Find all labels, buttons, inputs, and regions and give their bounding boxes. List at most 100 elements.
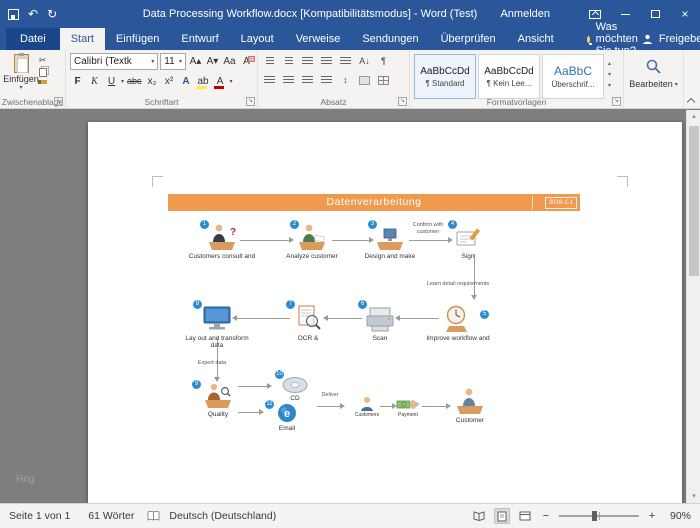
show-paragraph-marks-button[interactable]: ¶ xyxy=(375,53,392,69)
sort-button[interactable]: A↓ xyxy=(356,53,373,69)
tab-ueberpruefen[interactable]: Überprüfen xyxy=(430,28,507,50)
collapse-ribbon-icon[interactable] xyxy=(687,96,695,104)
dialog-launcher-icon[interactable]: ↘ xyxy=(54,97,63,106)
tell-me-box[interactable]: Was möchten Sie tun? xyxy=(587,28,642,50)
tab-layout[interactable]: Layout xyxy=(230,28,285,50)
scroll-up-icon[interactable]: ▴ xyxy=(687,110,700,123)
styles-scroll-down-icon[interactable]: ▾ xyxy=(608,71,611,78)
bullet-list-icon xyxy=(266,57,274,66)
dialog-launcher-icon[interactable]: ↘ xyxy=(246,97,255,106)
align-right-button[interactable] xyxy=(299,72,316,88)
tab-datei[interactable]: Datei xyxy=(6,28,60,50)
save-icon[interactable] xyxy=(8,9,19,20)
font-size-combobox[interactable]: 11 ▾ xyxy=(160,53,186,70)
zoom-out-button[interactable]: − xyxy=(540,510,552,522)
bullets-button[interactable] xyxy=(261,53,278,69)
tab-entwurf[interactable]: Entwurf xyxy=(170,28,229,50)
flow-arrow xyxy=(240,240,290,241)
scrollbar-thumb[interactable] xyxy=(689,126,699,276)
page-indicator[interactable]: Seite 1 von 1 xyxy=(0,510,79,522)
style-no-spacing[interactable]: AaBbCcDd ¶ Kein Lee... xyxy=(478,54,540,99)
line-spacing-button[interactable]: ↕ xyxy=(337,72,354,88)
style-heading1[interactable]: AaBbC Überschrif... xyxy=(542,54,604,99)
copy-icon[interactable] xyxy=(39,68,47,77)
justify-button[interactable] xyxy=(318,72,335,88)
strikethrough-button[interactable]: abc xyxy=(126,73,143,89)
dialog-launcher-icon[interactable]: ↘ xyxy=(612,97,621,106)
cut-icon[interactable]: ✂ xyxy=(39,56,47,65)
search-icon[interactable] xyxy=(645,58,662,75)
italic-button[interactable]: K xyxy=(87,73,102,89)
proofing-book-icon[interactable] xyxy=(147,511,160,521)
flow-node-improve[interactable]: 5 Improve workflow and xyxy=(424,302,492,342)
shrink-font-button[interactable]: A▾ xyxy=(205,54,220,70)
numbering-button[interactable] xyxy=(280,53,297,69)
align-center-button[interactable] xyxy=(280,72,297,88)
flow-node-scan[interactable]: 6 Scan xyxy=(346,302,414,342)
highlight-color-button[interactable]: ab xyxy=(196,73,211,89)
style-standard[interactable]: AaBbCcDd ¶ Standard xyxy=(414,54,476,99)
chevron-down-icon[interactable]: ▾ xyxy=(230,78,233,85)
increase-indent-button[interactable] xyxy=(337,53,354,69)
flow-node-ocr[interactable]: 7 OCR & xyxy=(274,302,342,342)
step-number-badge: 2 xyxy=(290,220,299,229)
borders-button[interactable] xyxy=(375,72,392,88)
multilevel-list-button[interactable] xyxy=(299,53,316,69)
change-case-button[interactable]: Aa xyxy=(222,54,237,70)
flow-arrow xyxy=(327,318,362,319)
dialog-launcher-icon[interactable]: ↘ xyxy=(398,97,407,106)
zoom-in-button[interactable]: + xyxy=(646,510,658,522)
grow-font-button[interactable]: A▴ xyxy=(188,54,203,70)
shading-button[interactable] xyxy=(356,72,373,88)
document-page[interactable]: Datenverarbeitung 2016-1-1 1 ? Customers… xyxy=(88,122,682,503)
tab-start[interactable]: Start xyxy=(60,28,105,50)
redo-icon[interactable]: ↻ xyxy=(47,0,57,28)
subscript-button[interactable]: x₂ xyxy=(145,73,160,89)
close-button[interactable]: × xyxy=(670,0,700,28)
web-layout-button[interactable] xyxy=(517,508,533,524)
word-count[interactable]: 61 Wörter xyxy=(79,510,143,522)
tab-verweise[interactable]: Verweise xyxy=(285,28,352,50)
scroll-down-icon[interactable]: ▾ xyxy=(687,490,700,503)
read-mode-button[interactable] xyxy=(471,508,487,524)
step-number-badge: 1 xyxy=(200,220,209,229)
group-font: Calibri (Textk ▾ 11 ▾ A▴ A▾ Aa A F K U ▾… xyxy=(66,50,258,108)
tab-einfuegen[interactable]: Einfügen xyxy=(105,28,170,50)
vertical-scrollbar[interactable]: ▴ ▾ xyxy=(686,110,700,503)
editing-button[interactable]: Bearbeiten ▾ xyxy=(629,79,678,89)
ribbon-display-options-icon xyxy=(589,10,601,19)
flow-node-label: Customers xyxy=(345,413,389,419)
undo-icon[interactable]: ↶ xyxy=(28,0,38,28)
group-styles: AaBbCcDd ¶ Standard AaBbCcDd ¶ Kein Lee.… xyxy=(410,50,624,108)
align-left-button[interactable] xyxy=(261,72,278,88)
clear-formatting-button[interactable]: A xyxy=(239,54,254,70)
bold-button[interactable]: F xyxy=(70,73,85,89)
tab-sendungen[interactable]: Sendungen xyxy=(351,28,429,50)
styles-scroll-up-icon[interactable]: ▴ xyxy=(608,60,611,67)
style-name: Überschrif... xyxy=(551,80,594,89)
group-label-styles: Formatvorlagen xyxy=(410,97,623,107)
zoom-level[interactable]: 90% xyxy=(665,510,691,522)
font-name-combobox[interactable]: Calibri (Textk ▾ xyxy=(70,53,158,70)
flowchart-banner[interactable]: Datenverarbeitung 2016-1-1 xyxy=(168,194,580,211)
styles-more-icon[interactable]: ▾ xyxy=(608,82,611,89)
font-color-button[interactable]: A xyxy=(213,73,228,89)
style-sample: AaBbC xyxy=(554,64,592,78)
format-painter-icon[interactable] xyxy=(38,80,47,84)
paste-button[interactable]: Einfügen ▾ xyxy=(4,52,38,96)
text-effects-button[interactable]: A xyxy=(179,73,194,89)
tab-ansicht[interactable]: Ansicht xyxy=(507,28,565,50)
zoom-slider[interactable] xyxy=(559,515,639,517)
print-layout-button[interactable] xyxy=(494,508,510,524)
superscript-button[interactable]: x² xyxy=(162,73,177,89)
decrease-indent-button[interactable] xyxy=(318,53,335,69)
sign-in-link[interactable]: Anmelden xyxy=(486,0,564,28)
flow-node-email[interactable]: 11 e Email xyxy=(265,402,309,432)
maximize-button[interactable] xyxy=(640,0,670,28)
chevron-down-icon[interactable]: ▾ xyxy=(121,78,124,85)
zoom-slider-thumb[interactable] xyxy=(592,511,597,521)
language-indicator[interactable]: Deutsch (Deutschland) xyxy=(160,510,285,522)
underline-button[interactable]: U xyxy=(104,73,119,89)
share-button[interactable]: Freigeben xyxy=(642,28,700,50)
outdent-icon xyxy=(321,57,332,66)
